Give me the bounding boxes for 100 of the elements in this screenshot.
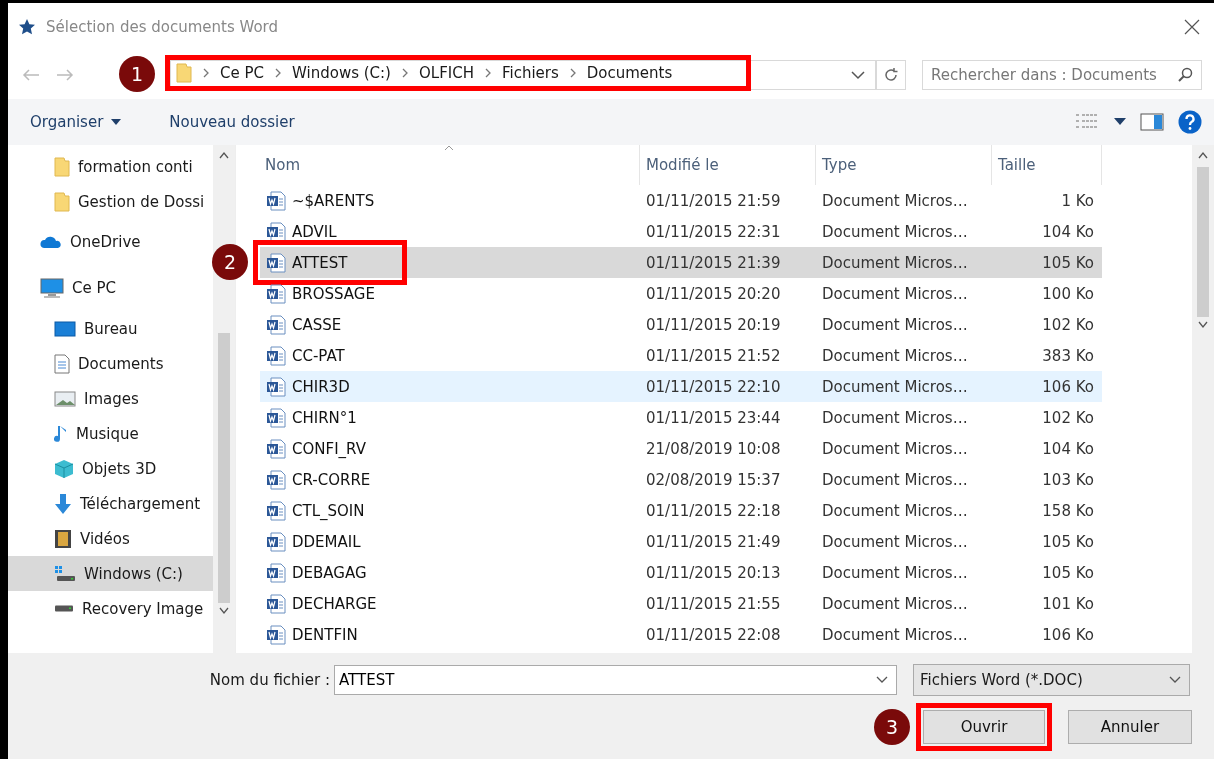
file-row[interactable]: CHIR3D 01/11/2015 22:10 Document Micros… 106 Ko [260, 371, 1102, 402]
sidebar-item[interactable]: Recovery Image [8, 591, 213, 626]
file-row[interactable]: CR-CORRE 02/08/2019 15:37 Document Micros… 103 Ko [260, 464, 1102, 495]
new-folder-button[interactable]: Nouveau dossier [161, 109, 303, 135]
field-label: Nom du fichier : [208, 671, 331, 689]
word-document-icon [266, 593, 286, 614]
step-number-badge: 1 [119, 56, 155, 92]
document-icon [54, 353, 70, 374]
sidebar-item[interactable]: Bureau [8, 311, 213, 346]
sidebar-item[interactable]: Ce PC [8, 265, 213, 311]
step-number-badge: 2 [212, 244, 248, 280]
file-row[interactable]: ADVIL 01/11/2015 22:31 Document Micros… 104 Ko [260, 216, 1102, 247]
word-document-icon [266, 252, 286, 273]
file-size: 102 Ko [1041, 407, 1095, 429]
file-name-field[interactable]: ATTEST [334, 665, 897, 695]
folder-icon [176, 63, 192, 83]
modified-date: 01/11/2015 21:39 [645, 252, 782, 274]
modified-date: 01/11/2015 22:10 [645, 376, 782, 398]
organize-menu-button[interactable]: Organiser [22, 109, 130, 135]
file-name: CHIR3D [292, 377, 350, 396]
file-row[interactable]: CC-PAT 01/11/2015 21:52 Document Micros… 383 Ko [260, 340, 1102, 371]
column-header[interactable]: Type [816, 145, 992, 185]
scrollbar[interactable] [1192, 145, 1214, 653]
dropdown-chevron-icon[interactable] [851, 70, 865, 80]
monitor-icon [40, 278, 64, 298]
cancel-button[interactable]: Annuler [1068, 710, 1192, 744]
word-document-icon [266, 190, 286, 211]
file-name: CONFI_RV [292, 439, 366, 458]
breadcrumb-item[interactable]: Fichiers [501, 64, 559, 82]
column-header[interactable]: Taille [992, 145, 1102, 185]
sidebar-item[interactable]: Documents [8, 346, 213, 381]
sidebar-item[interactable]: Images [8, 381, 213, 416]
scroll-thumb[interactable] [1197, 167, 1209, 317]
search-icon[interactable] [1177, 67, 1193, 83]
file-row[interactable]: ATTEST 01/11/2015 21:39 Document Micros… 105 Ko [260, 247, 1102, 278]
file-type: Document Micros… [821, 438, 969, 460]
modified-date: 01/11/2015 21:59 [645, 190, 782, 212]
search-field[interactable]: Rechercher dans : Documents [922, 60, 1202, 90]
file-name: DECHARGE [292, 594, 377, 613]
breadcrumb-item[interactable]: Documents [586, 64, 673, 82]
sidebar-item[interactable]: formation conti [8, 149, 213, 184]
caret-down-icon[interactable] [1114, 118, 1126, 126]
file-row[interactable]: CASSE 01/11/2015 20:19 Document Micros… 102 Ko [260, 309, 1102, 340]
sidebar-item[interactable]: Téléchargement [8, 486, 213, 521]
open-button[interactable]: Ouvrir [923, 710, 1045, 744]
modified-date: 02/08/2019 15:37 [645, 469, 782, 491]
breadcrumb-item[interactable]: OLFICH [418, 64, 474, 82]
file-type: Document Micros… [821, 376, 969, 398]
word-document-icon [266, 531, 286, 552]
file-type: Document Micros… [821, 593, 969, 615]
word-document-icon [266, 314, 286, 335]
scroll-thumb[interactable] [218, 333, 230, 603]
file-name: CC-PAT [292, 346, 345, 365]
help-icon[interactable] [1178, 110, 1202, 134]
breadcrumb-item[interactable]: Windows (C:) [292, 64, 391, 82]
file-type: Document Micros… [821, 469, 969, 491]
file-row[interactable]: CONFI_RV 21/08/2019 10:08 Document Micros… 104 Ko [260, 433, 1102, 464]
scroll-up-icon [1198, 151, 1208, 159]
dropdown-chevron-icon[interactable] [876, 676, 888, 684]
sidebar-item[interactable]: Musique [8, 416, 213, 451]
file-row[interactable]: DDEMAIL 01/11/2015 21:49 Document Micros… 105 Ko [260, 526, 1102, 557]
preview-pane-icon[interactable] [1140, 113, 1164, 131]
sidebar-item[interactable]: OneDrive [8, 219, 213, 265]
file-row[interactable]: CHIRN°1 01/11/2015 23:44 Document Micros… 102 Ko [260, 402, 1102, 433]
scrollbar[interactable] [213, 145, 235, 653]
file-name: ADVIL [292, 222, 337, 241]
file-name: DDEMAIL [292, 532, 361, 551]
sidebar-item[interactable]: Vidéos [8, 521, 213, 556]
modified-date: 01/11/2015 21:49 [645, 531, 782, 553]
file-type: Document Micros… [821, 283, 969, 305]
sidebar-item[interactable]: Windows (C:) [8, 556, 213, 591]
file-type: Document Micros… [821, 500, 969, 522]
refresh-button[interactable] [876, 60, 906, 90]
breadcrumb-item[interactable]: Ce PC [220, 64, 264, 82]
file-row[interactable]: DENTFIN 01/11/2015 22:08 Document Micros… 106 Ko [260, 619, 1102, 650]
refresh-icon [883, 67, 899, 83]
close-icon[interactable] [1184, 19, 1200, 35]
modified-date: 01/11/2015 20:20 [645, 283, 782, 305]
file-row[interactable]: DECHARGE 01/11/2015 21:55 Document Micros… 101 Ko [260, 588, 1102, 619]
modified-date: 01/11/2015 21:55 [645, 593, 782, 615]
file-size: 158 Ko [1041, 500, 1095, 522]
file-name: CHIRN°1 [292, 408, 357, 427]
sidebar-item[interactable]: Gestion de Dossi [8, 184, 213, 219]
drive-icon [54, 564, 76, 583]
file-size: 1 Ko [1060, 190, 1095, 212]
file-name: ATTEST [292, 253, 348, 272]
file-size: 105 Ko [1041, 531, 1095, 553]
file-row[interactable]: DEBAGAG 01/11/2015 20:13 Document Micros… 105 Ko [260, 557, 1102, 588]
column-header[interactable]: Nom [260, 145, 640, 185]
column-header[interactable]: Modifié le [640, 145, 816, 185]
file-type-dropdown[interactable]: Fichiers Word (*.DOC) [913, 664, 1190, 696]
file-row[interactable]: BROSSAGE 01/11/2015 20:20 Document Micros… 100 Ko [260, 278, 1102, 309]
file-name: CASSE [292, 315, 342, 334]
download-arrow-icon [54, 492, 72, 515]
file-name: BROSSAGE [292, 284, 375, 303]
file-row[interactable]: ~$ARENTS 01/11/2015 21:59 Document Micros… 1 Ko [260, 185, 1102, 216]
sidebar-item[interactable]: Objets 3D [8, 451, 213, 486]
chevron-right-icon [483, 68, 492, 78]
desktop-icon [54, 320, 76, 337]
file-row[interactable]: CTL_SOIN 01/11/2015 22:18 Document Micros… 158 Ko [260, 495, 1102, 526]
